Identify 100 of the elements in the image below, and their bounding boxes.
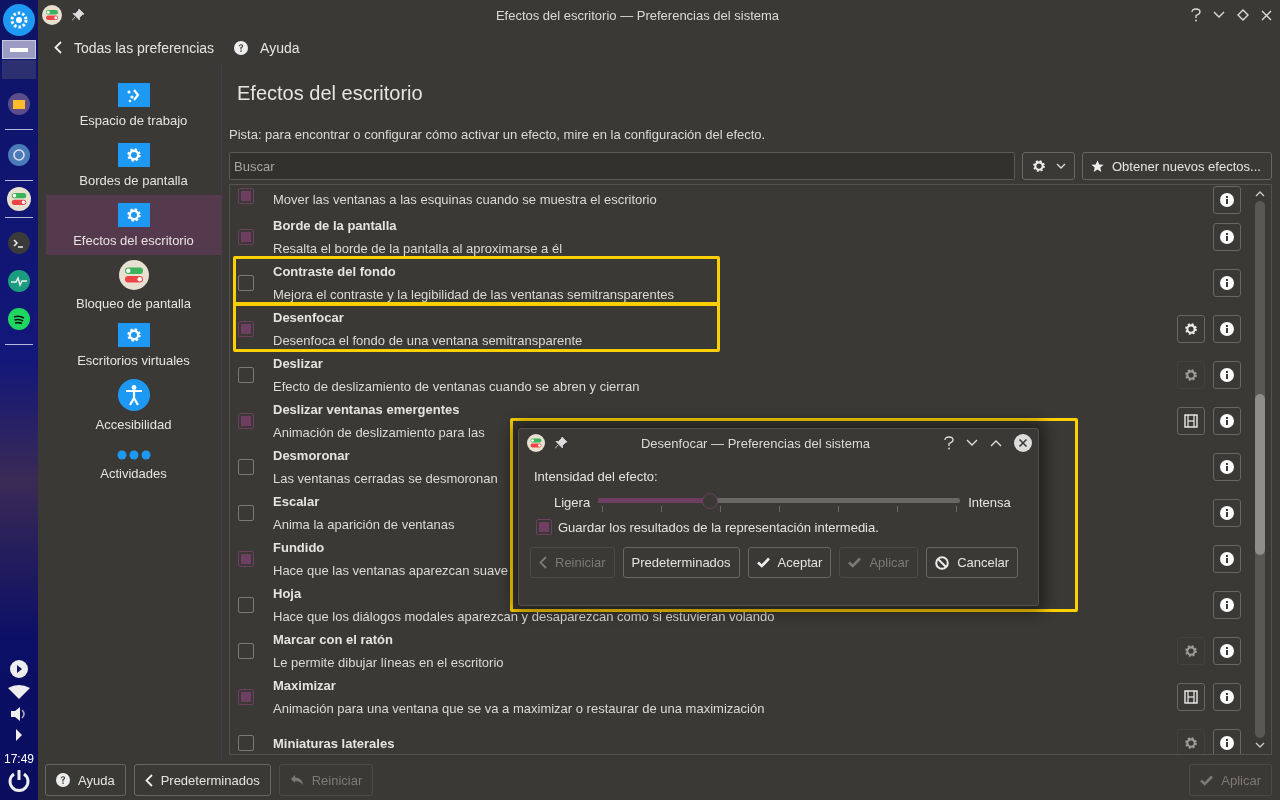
effect-description: Hace que los diálogos modales aparezcan y desaparezcan como si estuvieran volando [273, 608, 775, 626]
sidebar-item[interactable]: Bloqueo de pantalla [46, 255, 221, 315]
launcher-icon[interactable] [3, 4, 35, 36]
video-button[interactable] [1177, 407, 1205, 435]
effect-title: Borde de la pantalla [273, 217, 397, 235]
effect-description: Efecto de deslizamiento de ventanas cuando se abren y cierran [273, 378, 640, 396]
expand-arrow-icon[interactable] [15, 729, 23, 741]
info-button[interactable] [1213, 315, 1241, 343]
checkbox[interactable] [238, 643, 254, 659]
checkbox[interactable] [238, 735, 254, 751]
info-button[interactable] [1213, 223, 1241, 251]
browser-icon[interactable] [7, 143, 31, 167]
sidebar-item[interactable]: Espacio de trabajo [46, 75, 221, 135]
checkbox[interactable] [238, 597, 254, 613]
sidebar-item[interactable]: Accesibilidad [46, 375, 221, 435]
dialog-title: Desenfocar — Preferencias del sistema [639, 435, 871, 451]
effect-description: Resalta el borde de la pantalla al aproximarse a él [273, 240, 563, 258]
sidebar-item[interactable]: Bordes de pantalla [46, 135, 221, 195]
checkbox[interactable] [238, 689, 254, 705]
checkbox[interactable] [238, 275, 254, 291]
search-field[interactable]: Buscar [229, 152, 1015, 180]
terminal-icon[interactable] [7, 231, 31, 255]
info-button[interactable] [1213, 185, 1241, 214]
info-icon [1220, 736, 1234, 750]
folder-icon[interactable] [7, 92, 31, 116]
star-icon [1091, 159, 1104, 173]
checkbox[interactable] [238, 413, 254, 429]
film-icon [1184, 414, 1198, 428]
maximize-button[interactable] [990, 439, 1002, 447]
max-label: Intensa [968, 494, 1011, 510]
slider-thumb[interactable] [702, 493, 719, 509]
min-label: Ligera [554, 494, 591, 510]
close-button[interactable] [1014, 434, 1032, 452]
checkbox[interactable] [238, 505, 254, 521]
effect-description: Hace que las ventanas aparezcan suave [273, 562, 508, 580]
clock: 17:49 [4, 752, 34, 766]
app-icon [42, 5, 62, 25]
info-icon [1220, 460, 1234, 474]
info-button[interactable] [1213, 729, 1241, 754]
effect-description: Mover las ventanas a las esquinas cuando se muestra el escritorio [273, 191, 657, 209]
close-button[interactable] [1261, 9, 1272, 21]
effect-description: Animación de deslizamiento para las [273, 424, 485, 442]
power-icon[interactable] [6, 768, 32, 794]
play-icon[interactable] [10, 660, 28, 678]
minimize-button[interactable] [966, 439, 978, 447]
intensity-label: Intensidad del efecto: [534, 468, 659, 486]
maximize-button[interactable] [1237, 9, 1249, 21]
pin-icon[interactable] [72, 9, 84, 21]
sidebar-item[interactable]: Escritorios virtuales [46, 315, 221, 375]
help-link[interactable]: Ayuda [234, 39, 300, 56]
checkbox[interactable] [238, 188, 254, 204]
info-button[interactable] [1213, 545, 1241, 573]
info-button[interactable] [1213, 637, 1241, 665]
sidebar-item[interactable]: Efectos del escritorio [46, 195, 221, 255]
settings-dropdown[interactable] [1022, 152, 1075, 180]
chevron-left-icon [144, 773, 153, 787]
info-button[interactable] [1213, 683, 1241, 711]
effect-title: Marcar con el ratón [273, 631, 393, 649]
checkmark-icon [756, 557, 770, 568]
get-new-effects-button[interactable]: Obtener nuevos efectos... [1082, 152, 1272, 180]
activity-monitor-icon[interactable] [7, 269, 31, 293]
effect-description: Desenfoca el fondo de una ventana semitransparente [273, 332, 583, 350]
effect-description: Le permite dibujar líneas en el escritorio [273, 654, 504, 672]
info-button[interactable] [1213, 591, 1241, 619]
back-link[interactable]: Todas las preferencias [54, 39, 215, 56]
checkbox[interactable] [238, 551, 254, 567]
chevron-left-icon [539, 556, 547, 569]
pin-icon[interactable] [555, 437, 567, 449]
info-button[interactable] [1213, 269, 1241, 297]
effect-title: Hoja [273, 585, 302, 603]
checkbox[interactable] [238, 229, 254, 245]
info-button[interactable] [1213, 407, 1241, 435]
checkbox[interactable] [238, 459, 254, 475]
minimize-button[interactable] [1213, 11, 1225, 19]
dialog-button[interactable]: Aceptar [747, 547, 832, 578]
help-button[interactable] [1191, 8, 1201, 22]
help-button[interactable] [944, 436, 954, 450]
scroll-thumb[interactable] [1255, 394, 1265, 556]
volume-icon[interactable] [10, 706, 28, 722]
checkbox[interactable] [238, 367, 254, 383]
desktop-pager[interactable] [2, 40, 36, 79]
sidebar-item[interactable]: Actividades [46, 435, 221, 495]
bottom-button[interactable]: Predeterminados [133, 764, 271, 796]
info-button[interactable] [1213, 499, 1241, 527]
dialog-button[interactable]: Predeterminados [622, 547, 740, 578]
checkbox[interactable] [238, 321, 254, 337]
info-button[interactable] [1213, 453, 1241, 481]
checkmark-icon [848, 557, 862, 568]
info-button[interactable] [1213, 361, 1241, 389]
chevron-left-icon [54, 41, 62, 54]
network-icon[interactable] [8, 685, 30, 699]
dialog-button[interactable]: Cancelar [926, 547, 1019, 578]
scroll-track[interactable] [1255, 201, 1265, 738]
bottom-button[interactable]: Ayuda [45, 764, 126, 796]
music-app-icon[interactable] [7, 307, 31, 331]
scroll-up-icon[interactable] [1255, 191, 1265, 197]
configure-button[interactable] [1177, 315, 1205, 343]
checkbox[interactable] [536, 519, 552, 535]
scroll-down-icon[interactable] [1255, 742, 1265, 748]
video-button[interactable] [1177, 683, 1205, 711]
